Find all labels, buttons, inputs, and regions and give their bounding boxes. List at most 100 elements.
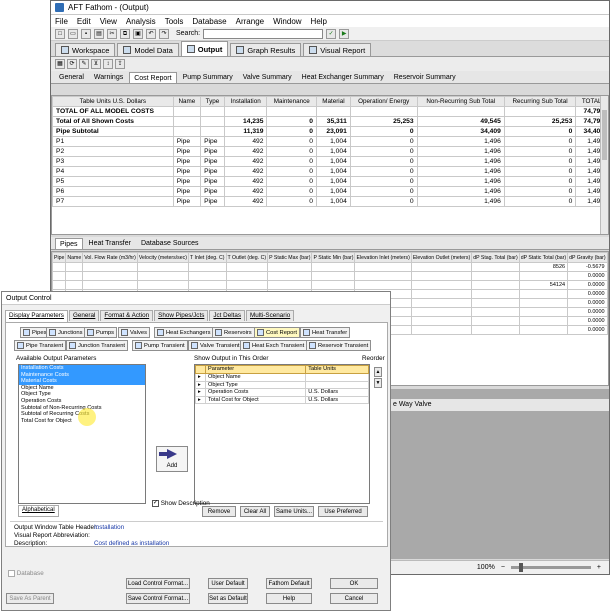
pipe-column-header[interactable]: dP Stag. Total (bar)	[471, 252, 520, 263]
pipe-column-header[interactable]: dH (meters)	[606, 252, 608, 263]
tab-workspace[interactable]: Workspace	[55, 43, 116, 56]
tab-heat-exchanger-summary[interactable]: Heat Exchanger Summary	[298, 72, 388, 83]
cut-icon[interactable]: ✂	[107, 28, 117, 39]
row-handle-icon[interactable]: ▸	[195, 373, 206, 382]
checkbox-unchecked[interactable]	[8, 570, 15, 577]
load-control-format-button[interactable]: Load Control Format...	[126, 578, 190, 589]
category-heat-exch-transient[interactable]: Heat Exch Transient	[240, 340, 308, 351]
category-cost-report[interactable]: Cost Report	[254, 327, 300, 338]
pipe-column-header[interactable]: Elevation Inlet (meters)	[354, 252, 412, 263]
tab-general[interactable]: General	[68, 310, 100, 321]
help-button[interactable]: Help	[266, 593, 312, 604]
remove-button[interactable]: Remove	[202, 506, 236, 517]
table-row[interactable]: ▸ Object Type	[195, 380, 369, 390]
table-row[interactable]: 541240.00000.00894312.5122.5112.5142.513…	[52, 280, 608, 290]
tab-visual-report[interactable]: Visual Report	[303, 43, 372, 56]
category-junctions[interactable]: Junctions	[46, 327, 86, 338]
zoom-in-button[interactable]: +	[597, 564, 601, 571]
tab-heat-transfer[interactable]: Heat Transfer	[85, 238, 135, 249]
copy-icon[interactable]: ⧉	[120, 28, 130, 39]
same-units-button[interactable]: Same Units...	[274, 506, 314, 517]
list-item[interactable]: Installation Costs	[19, 365, 145, 372]
output-order-table[interactable]: Parameter Table Units ▸ Object Name ▸ Object …	[194, 364, 370, 504]
database-checkbox[interactable]: Database	[8, 570, 44, 577]
pipe-column-header[interactable]: Velocity (meters/sec)	[136, 252, 190, 263]
menu-analysis[interactable]: Analysis	[126, 17, 156, 26]
tab-format-action[interactable]: Format & Action	[100, 310, 154, 321]
cost-table-scrollbar[interactable]	[600, 96, 608, 234]
table-row[interactable]: P5 Pipe Pipe 492 0 1,004 0 1,496 0 1,496	[52, 176, 608, 187]
list-item[interactable]: Material Costs	[19, 378, 145, 385]
table-row[interactable]: P2 Pipe Pipe 492 0 1,004 0 1,496 0 1,496	[52, 146, 608, 157]
row-handle-icon[interactable]: ▸	[195, 395, 206, 405]
pipe-column-header[interactable]: T Inlet (deg. C)	[188, 252, 227, 263]
menu-database[interactable]: Database	[192, 17, 226, 26]
table-row[interactable]: Pipe Subtotal 11,319 0 23,091 0 34,409 0 34,409	[52, 126, 608, 137]
pipe-column-header[interactable]: Pipe	[52, 252, 67, 263]
checkbox-checked[interactable]: ✓	[152, 500, 159, 507]
menu-arrange[interactable]: Arrange	[236, 17, 264, 26]
list-item[interactable]: Object Name	[19, 385, 145, 392]
pipe-column-header[interactable]: Vol. Flow Rate (m3/hr)	[82, 252, 138, 263]
cost-column-header[interactable]: Maintenance	[266, 96, 317, 107]
table-row[interactable]: Total of All Shown Costs 14,235 0 35,311 25,…	[52, 116, 608, 127]
menu-file[interactable]: File	[55, 17, 68, 26]
export-icon[interactable]: ⇪	[115, 59, 125, 69]
tab-pump-summary[interactable]: Pump Summary	[179, 72, 237, 83]
tab-graph-results[interactable]: Graph Results	[230, 43, 302, 56]
tab-cost-report[interactable]: Cost Report	[129, 72, 177, 83]
zoom-slider[interactable]	[510, 563, 591, 572]
pipe-column-header[interactable]: dP Gravity (bar)	[567, 252, 608, 263]
filter-icon[interactable]: ⊻	[91, 59, 101, 69]
tab-warnings[interactable]: Warnings	[90, 72, 127, 83]
table-row[interactable]: ▸ Total Cost for Object U.S. Dollars	[195, 395, 369, 405]
check-icon[interactable]: ✓	[326, 28, 337, 39]
category-reservoirs[interactable]: Reservoirs	[212, 327, 255, 338]
table-row[interactable]: ▸ Object Name	[195, 373, 369, 382]
ok-button[interactable]: OK	[330, 578, 378, 589]
cancel-button[interactable]: Cancel	[330, 593, 378, 604]
tab-pipes[interactable]: Pipes	[55, 238, 83, 249]
tab-show-pipes-jcts[interactable]: Show Pipes/Jcts	[154, 310, 209, 321]
search-input[interactable]	[203, 28, 324, 39]
use-preferred-button[interactable]: Use Preferred	[318, 506, 368, 517]
tab-reservoir-summary[interactable]: Reservoir Summary	[390, 72, 460, 83]
category-reservoir-transient[interactable]: Reservoir Transient	[306, 340, 372, 351]
table-row[interactable]: P7 Pipe Pipe 492 0 1,004 0 1,496 0 1,496	[52, 196, 608, 207]
tab-multi-scenario[interactable]: Multi-Scenario	[246, 310, 295, 321]
table-row[interactable]: TOTAL OF ALL MODEL COSTS 74,798	[52, 106, 608, 117]
user-default-button[interactable]: User Default	[208, 578, 248, 589]
add-button[interactable]: Add	[156, 446, 188, 472]
row-handle-icon[interactable]: ▸	[195, 388, 206, 397]
tab-model-data[interactable]: Model Data	[117, 43, 179, 56]
menu-edit[interactable]: Edit	[77, 17, 91, 26]
paste-icon[interactable]: ▣	[133, 28, 143, 39]
pipe-column-header[interactable]: P Static Min (bar)	[311, 252, 356, 263]
pipe-column-header[interactable]: dP Static Total (bar)	[518, 252, 569, 263]
table-row[interactable]: P3 Pipe Pipe 492 0 1,004 0 1,496 0 1,496	[52, 156, 608, 167]
list-item[interactable]: Maintenance Costs	[19, 371, 145, 379]
zoom-out-button[interactable]: −	[501, 564, 505, 571]
table-row[interactable]: P6 Pipe Pipe 492 0 1,004 0 1,496 0 1,496	[52, 186, 608, 197]
row-handle-icon[interactable]: ▸	[195, 380, 206, 390]
cost-column-header[interactable]: Non-Recurring Sub Total	[416, 96, 505, 107]
clear-all-button[interactable]: Clear All	[240, 506, 270, 517]
tab-output[interactable]: Output	[180, 41, 229, 56]
pipe-column-header[interactable]: Elevation Outlet (meters)	[410, 252, 473, 263]
table-row[interactable]: ▸ Operation Costs U.S. Dollars	[195, 388, 369, 397]
category-valve-transient[interactable]: Valve Transient	[188, 340, 243, 351]
cost-column-header[interactable]: Type	[200, 96, 225, 107]
tab-valve-summary[interactable]: Valve Summary	[239, 72, 296, 83]
menu-help[interactable]: Help	[311, 17, 327, 26]
undo-icon[interactable]: ↶	[146, 28, 156, 39]
run-icon[interactable]: ▶	[339, 28, 350, 39]
cost-column-header[interactable]: Material	[316, 96, 351, 107]
category-valves[interactable]: Valves	[118, 327, 150, 338]
category-pipe-transient[interactable]: Pipe Transient	[14, 340, 67, 351]
tab-alphabetical[interactable]: Alphabetical	[18, 505, 59, 517]
list-item[interactable]: Object Type	[19, 391, 145, 398]
category-pump-transient[interactable]: Pump Transient	[132, 340, 188, 351]
cost-column-header[interactable]: Operation/ Energy	[349, 96, 418, 107]
tab-database-sources[interactable]: Database Sources	[137, 238, 203, 249]
save-as-parent-button[interactable]: Save As Parent	[6, 593, 54, 604]
